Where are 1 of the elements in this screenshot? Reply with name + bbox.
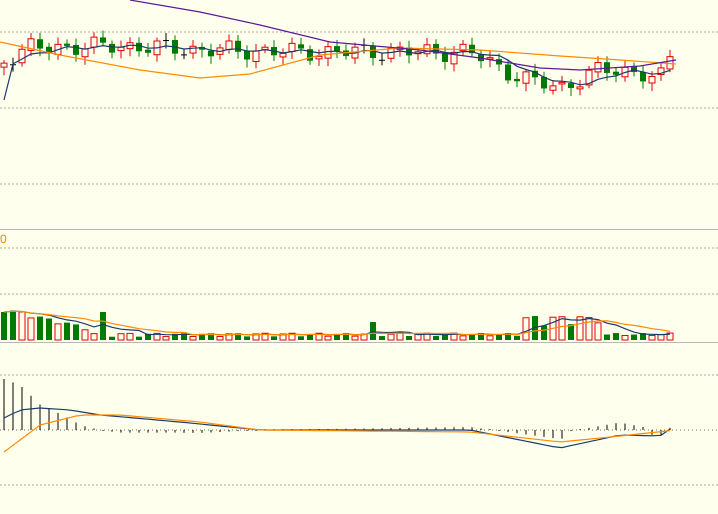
axis-label: 0	[0, 232, 7, 246]
